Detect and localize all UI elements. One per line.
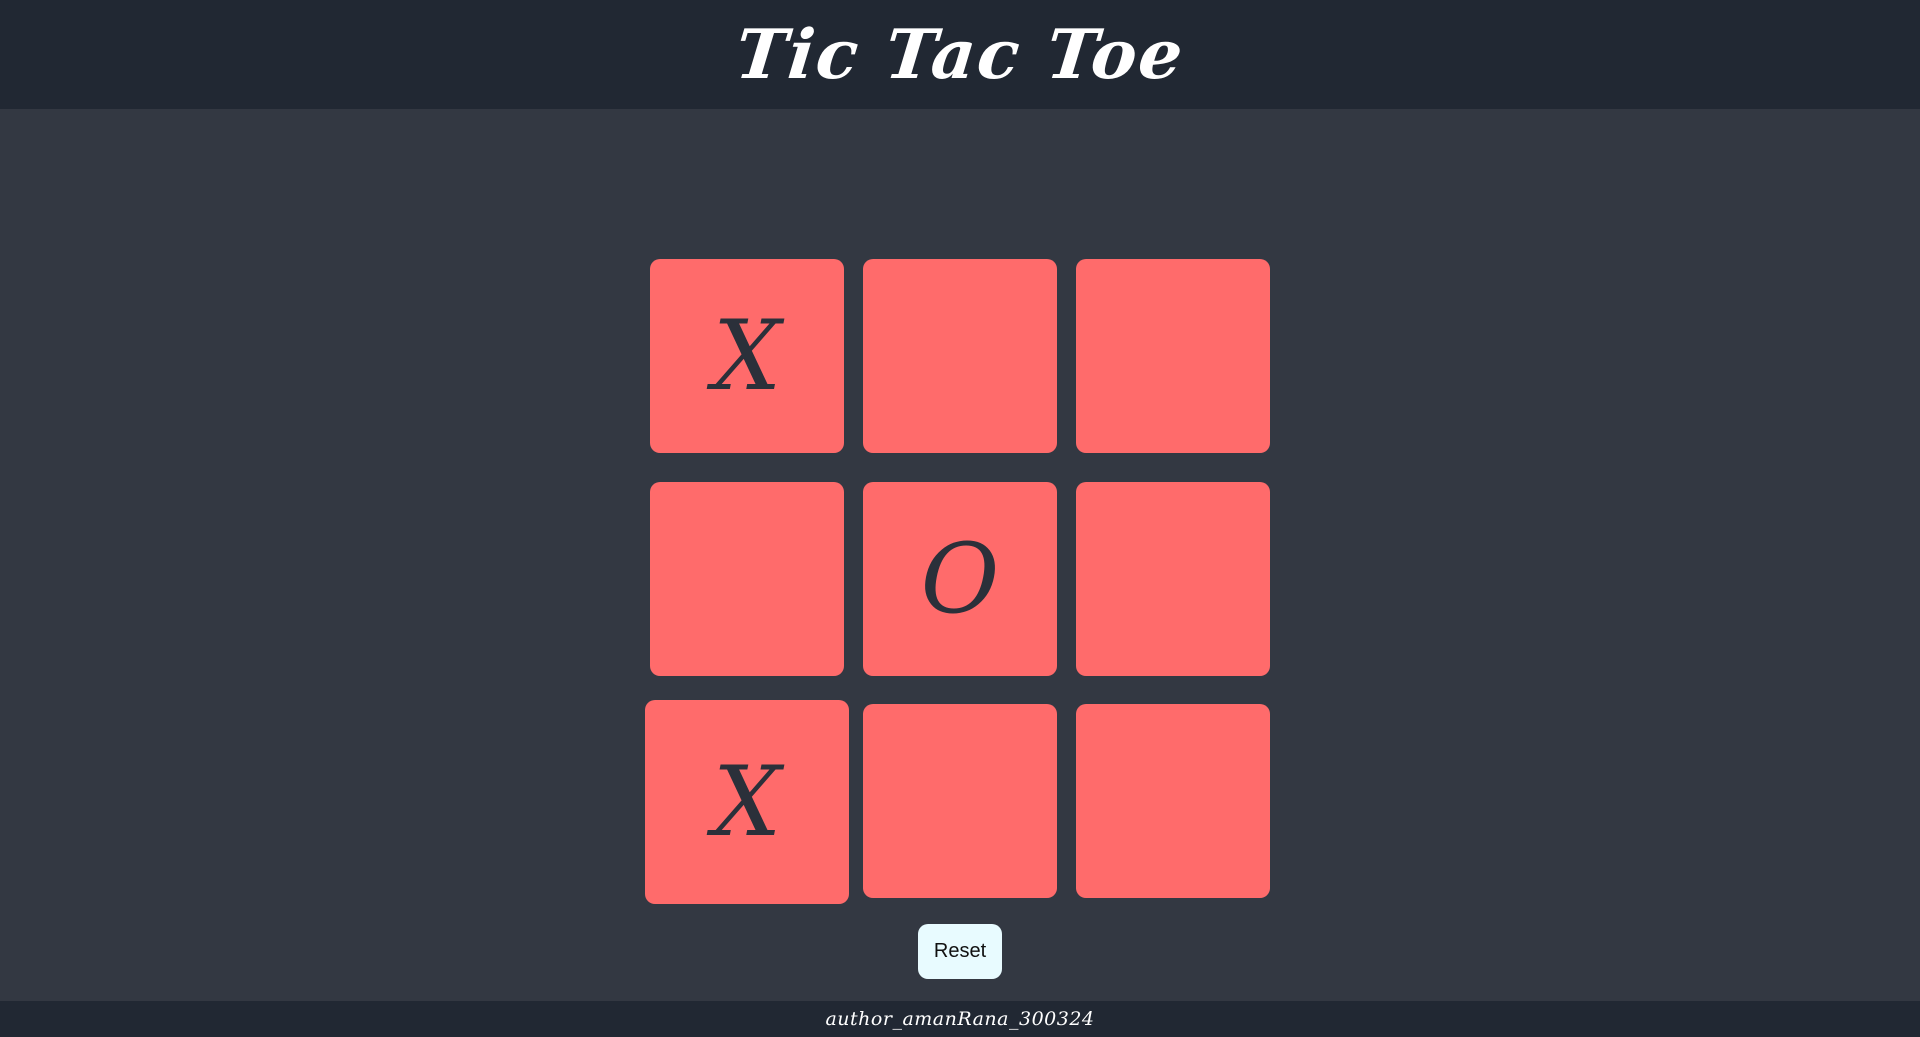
board-cell-2[interactable] (863, 259, 1057, 453)
board-cell-4[interactable] (650, 482, 844, 676)
page-footer: author_amanRana_300324 (0, 1001, 1920, 1037)
author-credit: author_amanRana_300324 (825, 1008, 1095, 1030)
board-cell-8[interactable] (863, 704, 1057, 898)
reset-button[interactable]: Reset (918, 924, 1002, 979)
cell-mark: O (920, 523, 1000, 635)
board-cell-3[interactable] (1076, 259, 1270, 453)
board-cell-5[interactable]: O (863, 482, 1057, 676)
board-cell-6[interactable] (1076, 482, 1270, 676)
board-cell-9[interactable] (1076, 704, 1270, 898)
game-board: X O X Reset (0, 0, 1920, 1037)
cell-mark: X (712, 746, 782, 858)
cell-mark: X (712, 300, 782, 412)
board-cell-1[interactable]: X (650, 259, 844, 453)
board-cell-7[interactable]: X (645, 700, 849, 904)
